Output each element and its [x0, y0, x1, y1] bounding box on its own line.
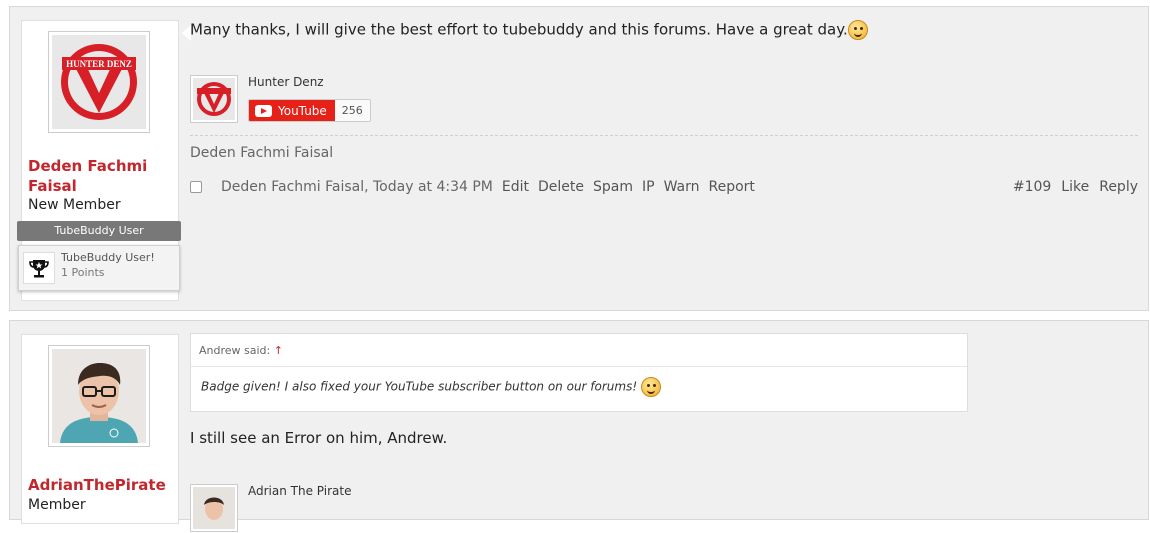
- reply-link[interactable]: Reply: [1099, 179, 1138, 195]
- user-info-panel: AdrianThePirate Member: [21, 334, 179, 524]
- username[interactable]: AdrianThePirate: [28, 475, 166, 495]
- hunter-denz-thumb-icon: [193, 78, 235, 120]
- user-title: Member: [28, 497, 86, 513]
- username-line-1[interactable]: Deden Fachmi: [28, 156, 147, 176]
- avatar[interactable]: HUNTER DENZ: [48, 31, 150, 133]
- smiley-icon: [640, 377, 661, 397]
- signature-divider: [190, 135, 1138, 136]
- message-area: Many thanks, I will give the best effort…: [180, 7, 1148, 310]
- trophy-points: 1 Points: [61, 266, 105, 279]
- channel-thumbnail[interactable]: [190, 484, 238, 532]
- smiley-icon: [847, 20, 868, 40]
- post-author-time[interactable]: Deden Fachmi Faisal, Today at 4:34 PM: [221, 179, 493, 195]
- quote-author: Andrew said:: [199, 344, 271, 357]
- trophy-tooltip: TubeBuddy User! 1 Points: [18, 245, 180, 291]
- username-line-2[interactable]: Faisal: [28, 176, 147, 196]
- subscriber-count: 256: [334, 100, 370, 121]
- hunter-denz-logo-icon: HUNTER DENZ: [52, 35, 146, 129]
- user-banner: TubeBuddy User: [17, 221, 181, 241]
- quote-body: Badge given! I also fixed your YouTube s…: [191, 367, 967, 397]
- forum-post: AdrianThePirate Member Andrew said: ↑ Ba…: [9, 320, 1149, 532]
- youtube-play-icon: [255, 104, 272, 117]
- forum-post: HUNTER DENZ Deden Fachmi Faisal New Memb…: [9, 6, 1149, 311]
- user-thumb-icon: [193, 487, 235, 529]
- channel-name[interactable]: Hunter Denz: [248, 75, 324, 89]
- report-link[interactable]: Report: [709, 179, 755, 195]
- user-title: New Member: [28, 197, 121, 213]
- warn-link[interactable]: Warn: [664, 179, 700, 195]
- message-area: Andrew said: ↑ Badge given! I also fixed…: [180, 321, 1148, 532]
- ip-link[interactable]: IP: [642, 179, 655, 195]
- quote-header: Andrew said: ↑: [191, 334, 967, 367]
- delete-link[interactable]: Delete: [538, 179, 584, 195]
- channel-name[interactable]: Adrian The Pirate: [248, 484, 351, 498]
- trophy-icon: [23, 252, 55, 284]
- edit-link[interactable]: Edit: [502, 179, 529, 195]
- channel-thumbnail[interactable]: [190, 75, 238, 123]
- trophy-title: TubeBuddy User!: [61, 251, 155, 264]
- message-text: I still see an Error on him, Andrew.: [190, 429, 448, 447]
- post-number-link[interactable]: #109: [1013, 179, 1051, 195]
- select-post-checkbox[interactable]: [190, 181, 202, 193]
- youtube-label-box[interactable]: YouTube: [249, 100, 335, 121]
- username[interactable]: Deden Fachmi Faisal: [28, 156, 147, 196]
- message-body: Many thanks, I will give the best effort…: [190, 20, 848, 39]
- spam-link[interactable]: Spam: [593, 179, 633, 195]
- message-text: Many thanks, I will give the best effort…: [190, 20, 868, 40]
- quote-text: Badge given! I also fixed your YouTube s…: [201, 379, 638, 394]
- user-info-panel: HUNTER DENZ Deden Fachmi Faisal New Memb…: [17, 20, 181, 301]
- avatar[interactable]: [48, 345, 150, 447]
- user-photo-icon: [52, 349, 146, 443]
- signature-text: Deden Fachmi Faisal: [190, 145, 334, 161]
- youtube-subscribe-button[interactable]: YouTube 256: [248, 99, 371, 122]
- quote-jump-arrow-icon[interactable]: ↑: [274, 344, 283, 357]
- youtube-label: YouTube: [278, 103, 327, 118]
- post-meta-row: Deden Fachmi Faisal, Today at 4:34 PM Ed…: [190, 177, 1138, 197]
- like-link[interactable]: Like: [1061, 179, 1089, 195]
- svg-text:HUNTER DENZ: HUNTER DENZ: [66, 59, 132, 69]
- quote-block: Andrew said: ↑ Badge given! I also fixed…: [190, 333, 968, 412]
